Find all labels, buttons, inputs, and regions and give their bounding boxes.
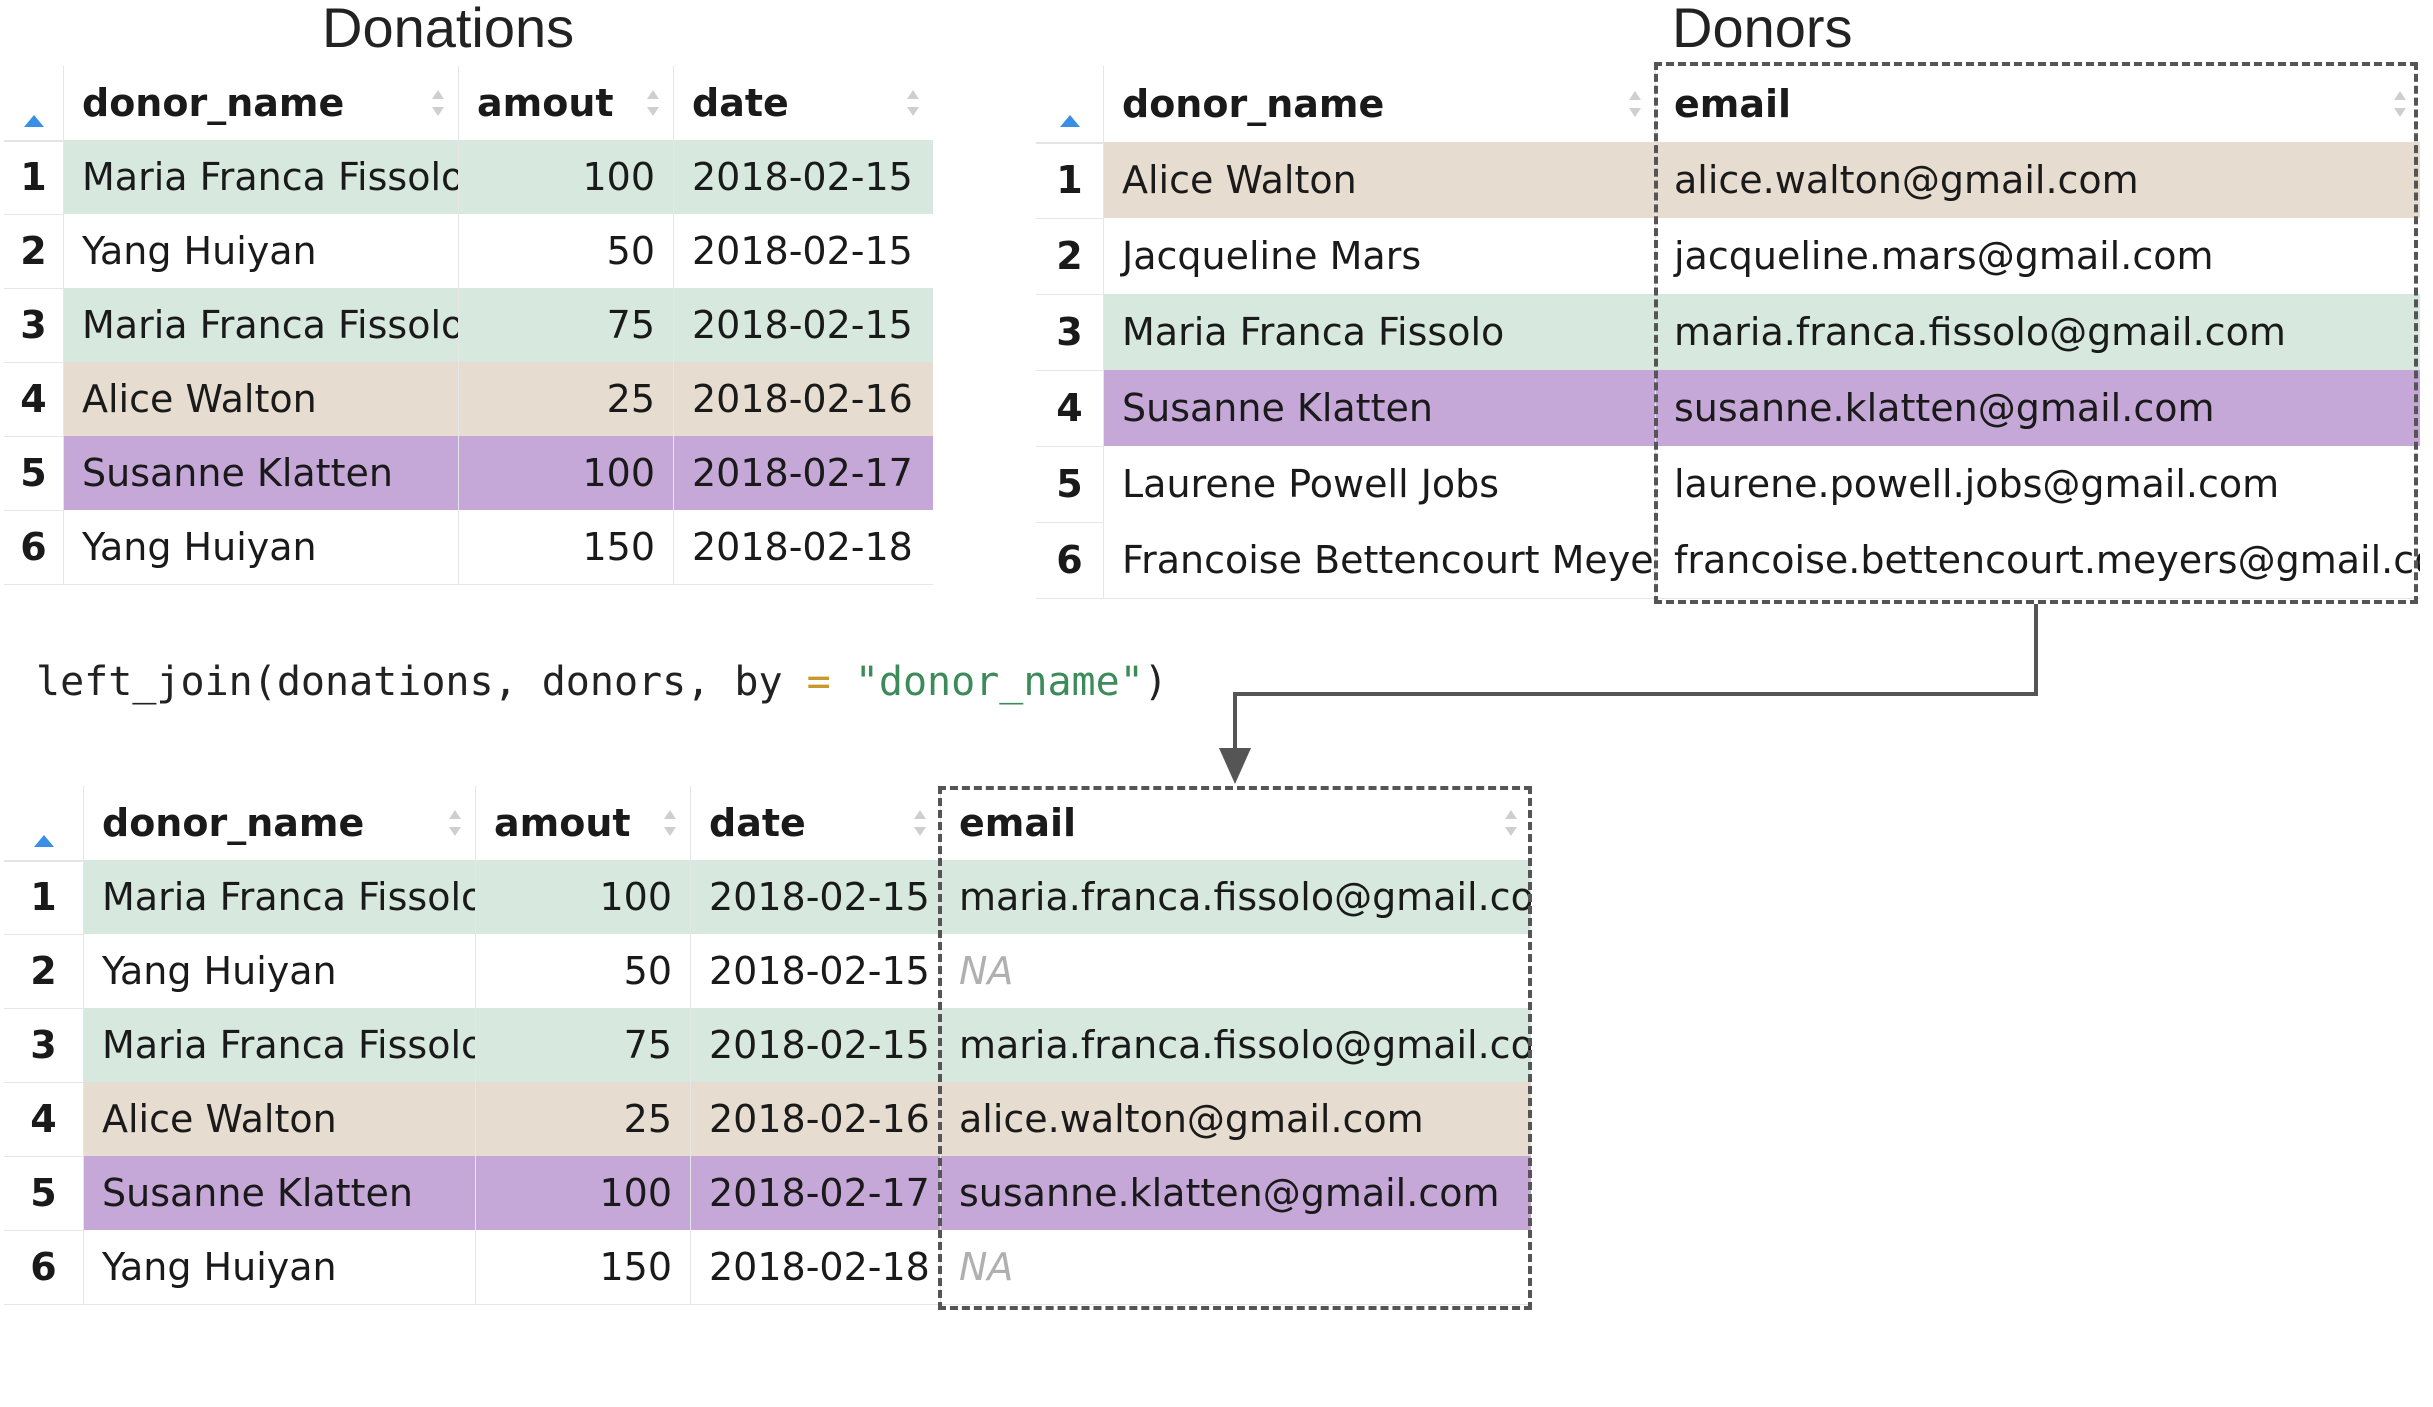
join-arrow-line	[1233, 604, 2038, 758]
join-arrow-head	[1219, 748, 1251, 784]
join-arrow	[1219, 604, 2038, 784]
